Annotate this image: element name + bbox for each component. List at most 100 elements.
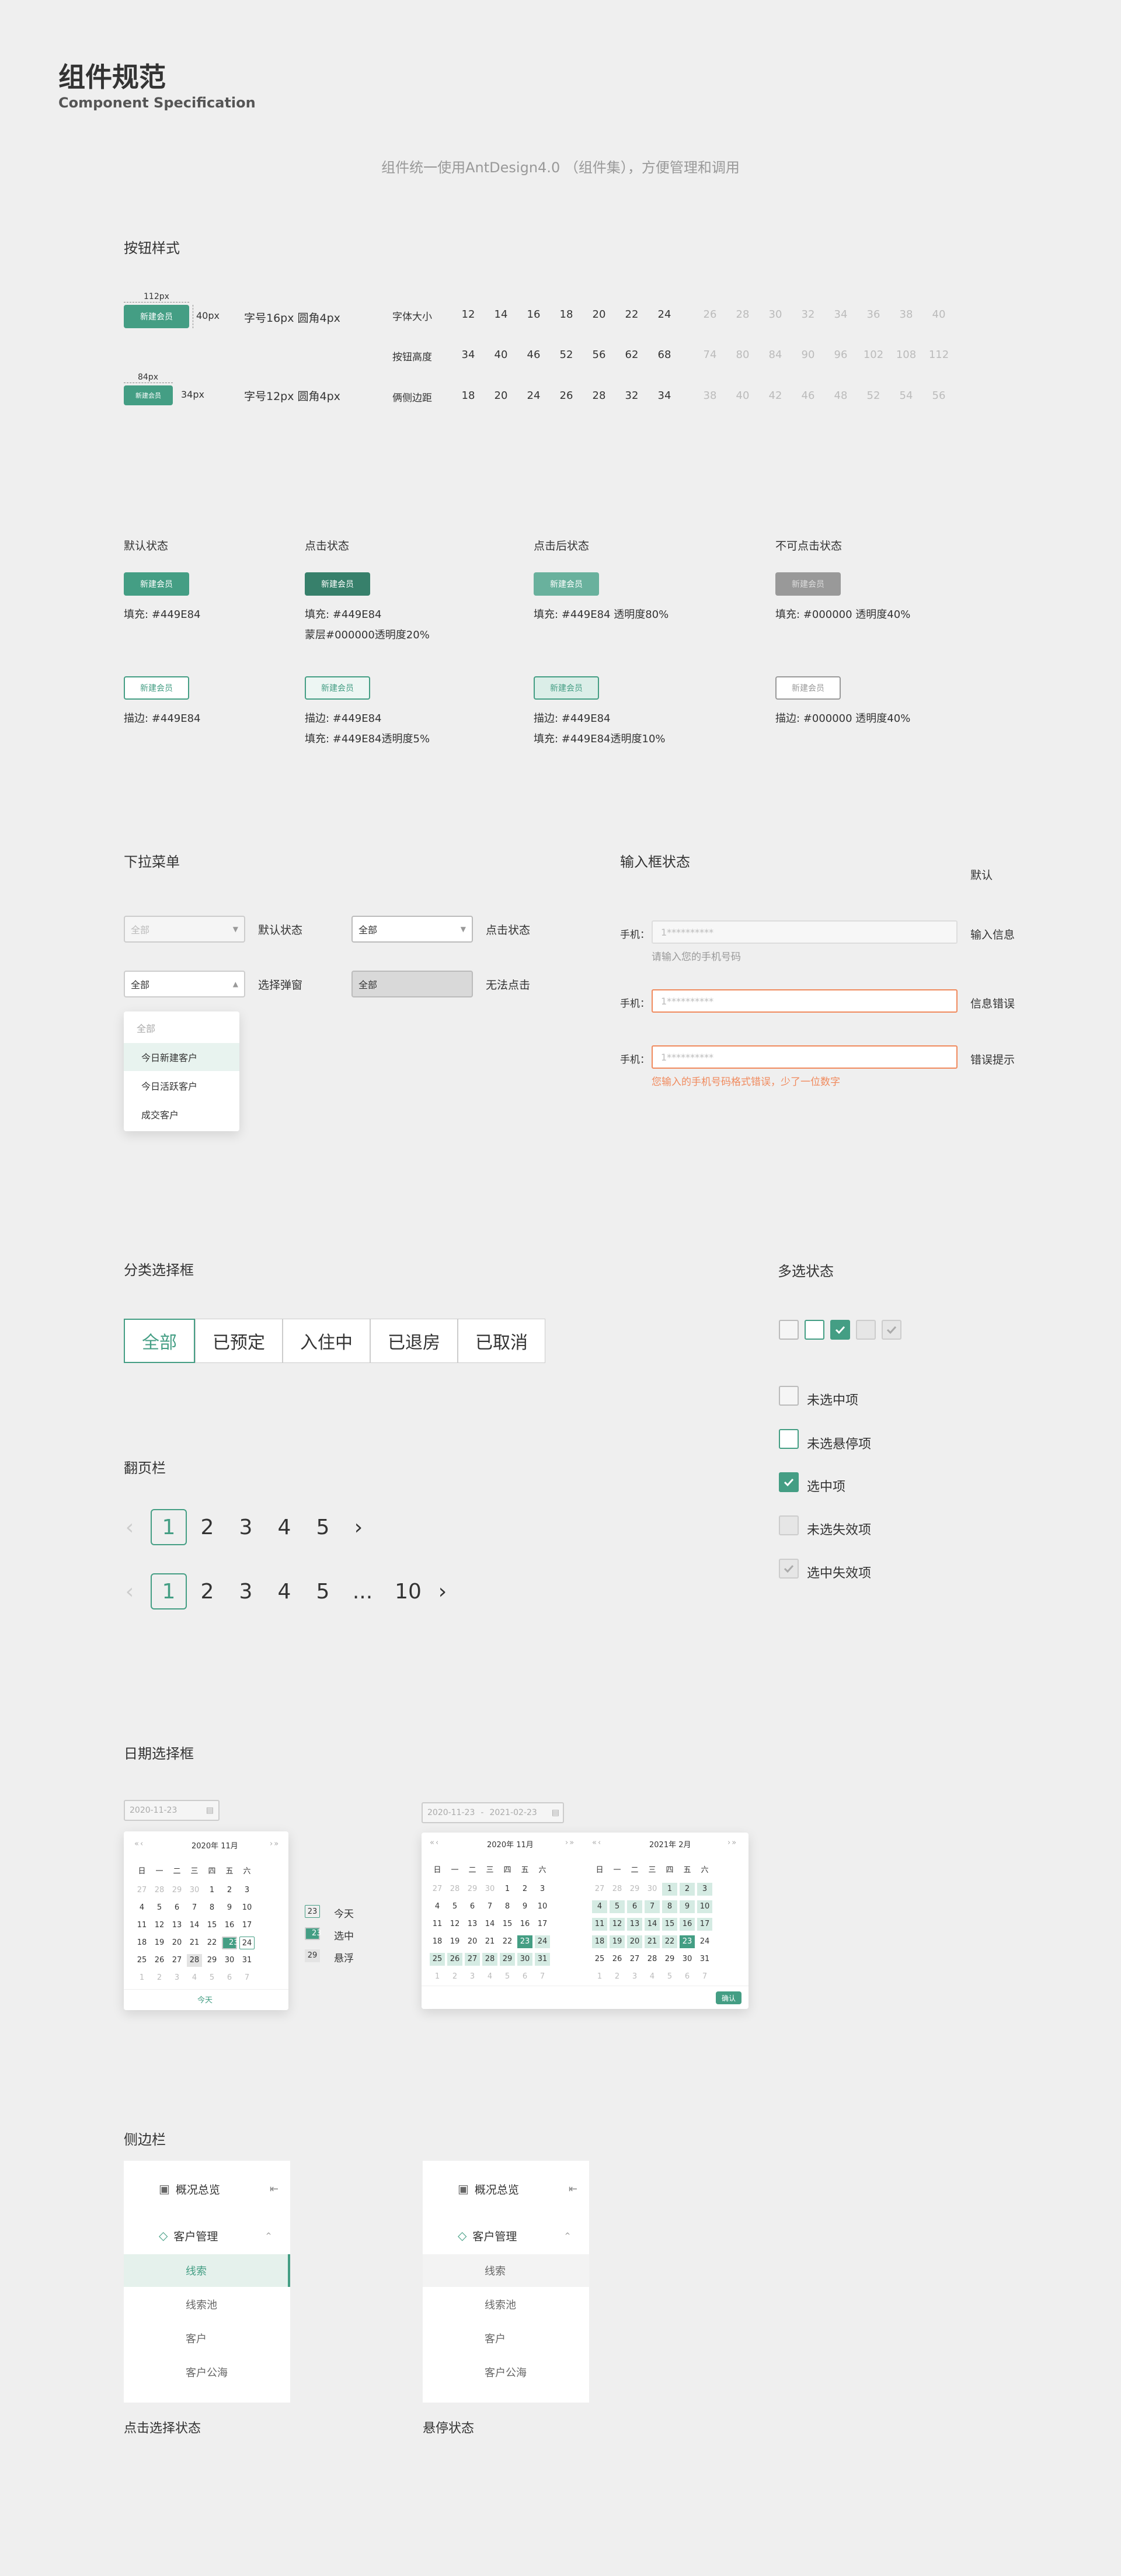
next-nav-icon[interactable]: ›» [727,1838,737,1847]
calendar-day[interactable]: 13 [627,1918,642,1931]
calendar-day[interactable]: 25 [592,1953,607,1966]
calendar-day[interactable]: 11 [134,1919,149,1932]
calendar-day[interactable]: 23 [680,1935,695,1948]
calendar-day[interactable]: 13 [465,1918,480,1931]
page-number[interactable]: 3 [228,1509,264,1545]
calendar-day[interactable]: 29 [169,1884,184,1897]
calendar-day[interactable]: 27 [465,1953,480,1966]
calendar-day[interactable]: 6 [222,1972,237,1984]
chevron-left-icon[interactable]: ‹ [118,1509,141,1545]
state-outline-button[interactable]: 新建会员 [305,676,370,700]
calendar-day[interactable]: 8 [204,1901,220,1914]
calendar-day[interactable]: 1 [204,1884,220,1897]
checkbox-hover[interactable] [805,1320,824,1340]
checkbox-hover[interactable] [779,1429,799,1449]
calendar-day[interactable]: 6 [517,1970,532,1983]
calendar-day[interactable]: 3 [169,1972,184,1984]
page-number[interactable]: 5 [305,1573,341,1609]
calendar-day[interactable]: 26 [447,1953,462,1966]
state-fill-button[interactable]: 新建会员 [534,572,599,596]
page-number[interactable]: 10 [390,1573,426,1609]
sidebar-sub-item[interactable]: 线索 [124,2254,290,2287]
calendar-day[interactable]: 10 [535,1900,550,1913]
confirm-button[interactable]: 确认 [716,1991,741,2004]
sidebar-sub-item[interactable]: 客户 [124,2322,290,2355]
calendar-day[interactable]: 4 [482,1970,497,1983]
calendar-day[interactable]: 12 [610,1918,625,1931]
chevron-right-icon[interactable]: › [431,1573,454,1609]
page-number[interactable]: ... [344,1573,381,1609]
sidebar-sub-item[interactable]: 客户 [423,2322,589,2355]
collapse-icon[interactable]: ⇤ [270,2183,278,2195]
calendar-day[interactable]: 9 [680,1900,695,1913]
calendar-day[interactable]: 10 [239,1901,255,1914]
dropdown-option[interactable]: 成交客户 [124,1100,239,1128]
calendar-day[interactable]: 1 [592,1970,607,1983]
calendar-day[interactable]: 16 [517,1918,532,1931]
dropdown-option[interactable]: 全部 [124,1014,239,1042]
state-fill-button[interactable]: 新建会员 [305,572,370,596]
calendar-day[interactable]: 4 [187,1972,202,1984]
calendar-day[interactable]: 12 [447,1918,462,1931]
sidebar-sub-item[interactable]: 客户公海 [124,2356,290,2389]
prev-nav-icon[interactable]: «‹ [134,1840,144,1848]
next-nav-icon[interactable]: ›» [270,1840,280,1848]
calendar-day[interactable]: 22 [500,1935,515,1948]
calendar-day[interactable]: 27 [430,1883,445,1896]
calendar-day[interactable]: 8 [662,1900,677,1913]
page-number[interactable]: 1 [151,1509,187,1545]
calendar-day[interactable]: 5 [204,1972,220,1984]
calendar-day[interactable]: 29 [627,1883,642,1896]
calendar-day[interactable]: 11 [430,1918,445,1931]
calendar-day[interactable]: 21 [187,1937,202,1949]
sidebar-sub-item[interactable]: 线索池 [124,2288,290,2321]
segment-cancelled[interactable]: 已取消 [458,1319,545,1363]
calendar-day[interactable]: 28 [187,1954,202,1967]
next-nav-icon[interactable]: ›» [565,1838,575,1847]
checkbox-unchecked[interactable] [779,1386,799,1406]
calendar-day[interactable]: 28 [610,1883,625,1896]
calendar-day[interactable]: 2 [517,1883,532,1896]
calendar-day[interactable]: 18 [430,1935,445,1948]
calendar-day[interactable]: 19 [610,1935,625,1948]
calendar-day[interactable]: 11 [592,1918,607,1931]
checkbox-unchecked[interactable] [779,1320,799,1340]
sidebar-sub-item[interactable]: 客户公海 [423,2356,589,2389]
segment-reserved[interactable]: 已预定 [195,1319,283,1363]
calendar-day[interactable]: 30 [482,1883,497,1896]
calendar-day[interactable]: 30 [222,1954,237,1967]
calendar-day[interactable]: 5 [500,1970,515,1983]
calendar-day[interactable]: 2 [680,1883,695,1896]
calendar-day[interactable]: 16 [222,1919,237,1932]
calendar-day[interactable]: 17 [239,1919,255,1932]
calendar-day[interactable]: 14 [187,1919,202,1932]
prev-nav-icon[interactable]: «‹ [430,1838,440,1847]
calendar-day[interactable]: 7 [645,1900,660,1913]
calendar-day[interactable]: 19 [447,1935,462,1948]
calendar-day[interactable]: 2 [447,1970,462,1983]
chevron-left-icon[interactable]: ‹ [118,1573,141,1609]
calendar-day[interactable]: 13 [169,1919,184,1932]
calendar-day[interactable]: 6 [169,1901,184,1914]
dropdown-option[interactable]: 今日新建客户 [124,1043,239,1071]
calendar-day[interactable]: 18 [592,1935,607,1948]
collapse-icon[interactable]: ⇤ [569,2183,577,2195]
calendar-day[interactable]: 4 [592,1900,607,1913]
calendar-day[interactable]: 3 [239,1884,255,1897]
calendar-day[interactable]: 1 [430,1970,445,1983]
calendar-day[interactable]: 17 [535,1918,550,1931]
calendar-day[interactable]: 20 [627,1935,642,1948]
calendar-day[interactable]: 2 [152,1972,167,1984]
calendar-day[interactable]: 2 [610,1970,625,1983]
sidebar-sub-item[interactable]: 线索池 [423,2288,589,2321]
calendar-day[interactable]: 7 [239,1972,255,1984]
calendar-day[interactable]: 28 [482,1953,497,1966]
checkbox-checked[interactable] [779,1472,799,1492]
calendar-day[interactable]: 7 [187,1901,202,1914]
sidebar-item-overview[interactable]: ▣ 概况总览 ⇤ [124,2172,290,2205]
calendar-day[interactable]: 1 [500,1883,515,1896]
calendar-day[interactable]: 29 [204,1954,220,1967]
calendar-day[interactable]: 22 [662,1935,677,1948]
page-number[interactable]: 2 [189,1573,225,1609]
calendar-day[interactable]: 5 [662,1970,677,1983]
